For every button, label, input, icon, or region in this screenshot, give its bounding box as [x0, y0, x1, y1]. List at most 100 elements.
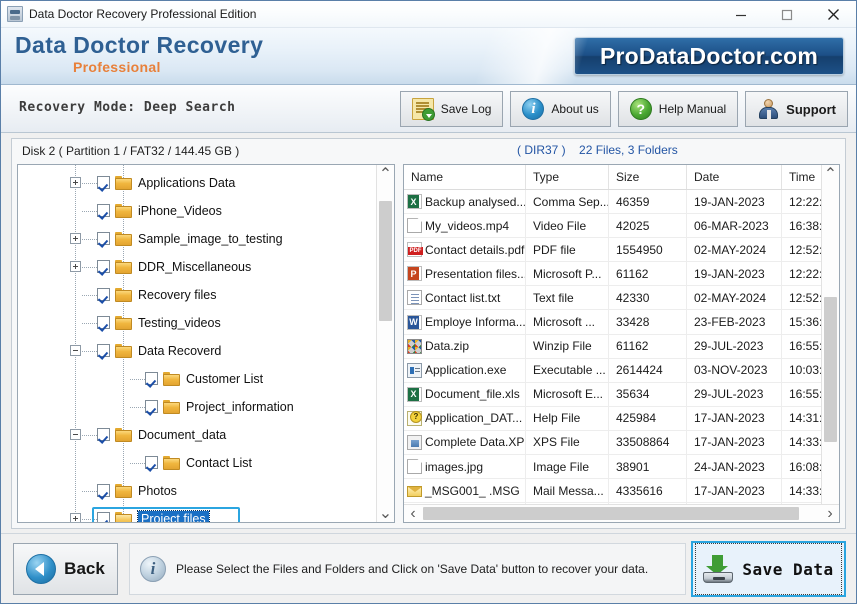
list-scroll-thumb[interactable] — [824, 297, 837, 442]
tree-item-recovery-files[interactable]: Recovery files — [18, 281, 376, 309]
save-data-button[interactable]: Save Data — [691, 541, 846, 597]
tree-item-ddr-miscellaneous[interactable]: DDR_Miscellaneous — [18, 253, 376, 281]
maximize-icon[interactable] — [764, 1, 810, 28]
tree-connector — [82, 323, 97, 324]
file-type-cell: Mail Messa... — [526, 479, 609, 503]
column-header-size[interactable]: Size — [609, 165, 687, 189]
folder-tree[interactable]: Applications Data iPhone_Videos Sample_ima… — [18, 165, 376, 522]
list-horizontal-scrollbar[interactable]: ‹ › — [404, 504, 839, 522]
list-scroll-up-icon[interactable]: ⌃ — [822, 165, 839, 183]
tree-item-customer-list[interactable]: Customer List — [18, 365, 376, 393]
tree-item-label: Photos — [138, 484, 177, 498]
file-row[interactable]: _MSG001_ .MSG Mail Messa... 4335616 17-JAN-… — [404, 479, 821, 504]
file-row[interactable]: Contact details.pdfPDF file155495002-MAY… — [404, 238, 821, 263]
file-type-cell: Video File — [526, 214, 609, 238]
file-name-label: Presentation files... — [425, 266, 526, 281]
powerpoint-file-icon — [407, 266, 422, 282]
file-type-cell: PDF file — [526, 238, 609, 262]
tree-item-checkbox[interactable] — [145, 372, 158, 385]
tree-scroll-thumb[interactable] — [379, 201, 392, 321]
file-size-cell: 61162 — [609, 262, 687, 286]
tree-item-sample-image-to-testing[interactable]: Sample_image_to_testing — [18, 225, 376, 253]
prodatadoctor-logo[interactable]: ProDataDoctor.com — [574, 37, 844, 75]
file-row[interactable]: Presentation files...Microsoft P...61162… — [404, 262, 821, 287]
file-row[interactable]: Employe Informa...Microsoft ...3342823-F… — [404, 310, 821, 335]
list-vertical-scrollbar[interactable]: ⌃ ⌄ — [821, 165, 839, 522]
tree-item-applications-data[interactable]: Applications Data — [18, 169, 376, 197]
file-size-cell: 33428 — [609, 310, 687, 334]
tree-vertical-scrollbar[interactable]: ⌃ ⌄ — [376, 165, 394, 522]
column-header-name[interactable]: Name — [404, 165, 526, 189]
tree-item-label: Project_information — [186, 400, 294, 414]
file-list-body[interactable]: Backup analysed....Comma Sep...4635919-J… — [404, 190, 821, 504]
column-header-type[interactable]: Type — [526, 165, 609, 189]
file-name-label: Application.exe — [425, 363, 507, 378]
tree-item-checkbox[interactable] — [97, 512, 110, 522]
help-file-icon — [407, 410, 422, 426]
list-hscroll-thumb[interactable] — [423, 507, 799, 520]
expand-icon[interactable] — [70, 233, 81, 244]
file-row[interactable]: Contact list.txt Text file 42330 02-MAY-202… — [404, 286, 821, 311]
file-row[interactable]: Application.exe Executable ... 2614424 03-N… — [404, 358, 821, 383]
tree-item-document-data[interactable]: Document_data — [18, 421, 376, 449]
xps-file-icon — [407, 434, 422, 450]
tree-item-checkbox[interactable] — [97, 288, 110, 301]
tree-item-contact-list[interactable]: Contact List — [18, 449, 376, 477]
file-size-cell: 38901 — [609, 455, 687, 479]
expand-icon[interactable] — [70, 261, 81, 272]
file-folder-count: 22 Files, 3 Folders — [579, 143, 678, 157]
folder-icon — [115, 316, 132, 330]
tree-connector — [82, 491, 97, 492]
tree-item-checkbox[interactable] — [97, 344, 110, 357]
expand-icon[interactable] — [70, 177, 81, 188]
file-row[interactable]: My_videos.mp4 Video File 42025 06-MAR-2023 1… — [404, 214, 821, 239]
tree-scroll-up-icon[interactable]: ⌃ — [377, 165, 394, 183]
tree-item-checkbox[interactable] — [97, 176, 110, 189]
tree-item-checkbox[interactable] — [97, 484, 110, 497]
file-row[interactable]: Document_file.xls Microsoft E...3563429-J… — [404, 382, 821, 407]
file-row[interactable]: Application_DAT...Help File42598417-JAN-… — [404, 406, 821, 431]
file-row[interactable]: Backup analysed....Comma Sep...4635919-J… — [404, 190, 821, 215]
tree-item-photos[interactable]: Photos — [18, 477, 376, 505]
tree-item-checkbox[interactable] — [97, 204, 110, 217]
file-name-cell: Complete Data.XPS — [404, 430, 526, 455]
close-icon[interactable] — [810, 1, 856, 28]
tree-item-checkbox[interactable] — [97, 428, 110, 441]
back-button[interactable]: Back — [13, 543, 118, 595]
tree-scroll-down-icon[interactable]: ⌄ — [377, 504, 394, 522]
tree-item-project-information[interactable]: Project_information — [18, 393, 376, 421]
tree-item-testing-videos[interactable]: Testing_videos — [18, 309, 376, 337]
tree-connector — [82, 519, 97, 520]
expand-icon[interactable] — [70, 513, 81, 522]
file-row[interactable]: images.jpg Image File 38901 24-JAN-2023 16:0… — [404, 455, 821, 480]
file-type-cell: Microsoft P... — [526, 262, 609, 286]
tree-item-data-recoverd[interactable]: Data Recoverd — [18, 337, 376, 365]
support-button[interactable]: Support — [745, 91, 848, 127]
collapse-icon[interactable] — [70, 429, 81, 440]
column-header-date[interactable]: Date — [687, 165, 782, 189]
file-row[interactable]: Complete Data.XPS XPS File 33508864 17-JAN-… — [404, 430, 821, 456]
collapse-icon[interactable] — [70, 345, 81, 356]
about-us-label: About us — [551, 102, 599, 116]
tree-item-checkbox[interactable] — [145, 456, 158, 469]
file-date-cell: 06-MAR-2023 — [687, 214, 782, 238]
file-row[interactable]: Data.zip Winzip File 61162 29-JUL-2023 16:55… — [404, 334, 821, 359]
tree-item-project-files[interactable]: Project files — [18, 505, 376, 522]
tree-item-checkbox[interactable] — [97, 232, 110, 245]
minimize-icon[interactable] — [718, 1, 764, 28]
folder-icon — [163, 456, 180, 470]
tree-item-iphone-videos[interactable]: iPhone_Videos — [18, 197, 376, 225]
file-name-label: Backup analysed.... — [425, 194, 526, 209]
list-scroll-left-icon[interactable]: ‹ — [404, 505, 422, 522]
tree-item-checkbox[interactable] — [97, 316, 110, 329]
info-icon: i — [522, 98, 545, 120]
help-manual-button[interactable]: ? Help Manual — [617, 91, 739, 127]
save-log-button[interactable]: Save Log — [399, 91, 504, 127]
panes: Applications Data iPhone_Videos Sample_ima… — [17, 164, 840, 523]
about-us-button[interactable]: i About us — [510, 91, 611, 127]
file-name-cell: Employe Informa... — [404, 310, 526, 334]
file-type-cell: Microsoft ... — [526, 310, 609, 334]
tree-item-checkbox[interactable] — [145, 400, 158, 413]
list-scroll-right-icon[interactable]: › — [821, 505, 839, 522]
tree-item-checkbox[interactable] — [97, 260, 110, 273]
